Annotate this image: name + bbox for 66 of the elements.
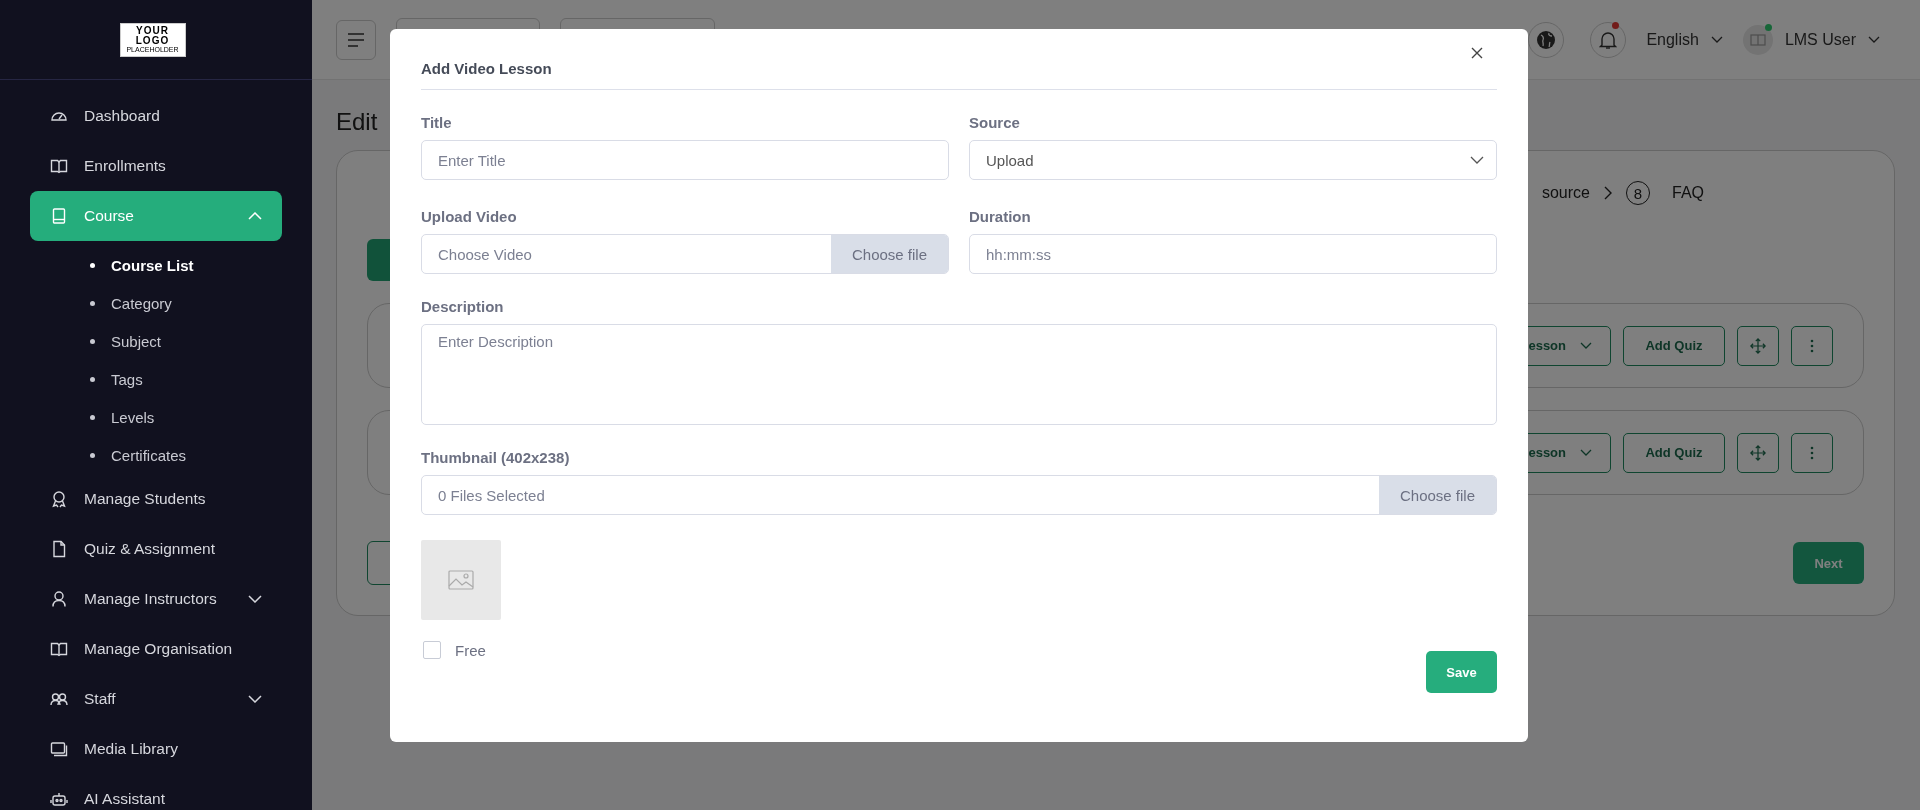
language-dropdown[interactable]: English (1646, 30, 1723, 49)
menu-icon (347, 32, 365, 47)
document-icon (50, 540, 68, 558)
chevron-down-icon (1868, 36, 1880, 43)
description-field[interactable]: Enter Description (421, 324, 1497, 425)
title-field[interactable]: Enter Title (421, 140, 949, 180)
field-label: Description (421, 298, 505, 316)
globe-icon (1536, 29, 1557, 50)
field-label: Duration (969, 208, 1032, 226)
more-button[interactable] (1791, 325, 1833, 366)
move-button[interactable] (1737, 325, 1779, 366)
image-icon (1749, 33, 1766, 46)
nav-subitem[interactable]: Levels (90, 398, 282, 436)
field-label: Title (421, 114, 453, 132)
user-menu[interactable]: LMS User (1784, 30, 1880, 49)
duration-field[interactable]: hh:mm:ss (969, 234, 1497, 274)
nav-subitem[interactable]: Category (90, 284, 282, 322)
checkbox-label: Free (455, 641, 486, 659)
field-label: Source (969, 114, 1021, 132)
move-button[interactable] (1737, 432, 1779, 473)
nav-subitem[interactable]: Course List (90, 246, 282, 284)
source-dropdown[interactable]: Upload (969, 140, 1497, 180)
image-icon (448, 570, 474, 590)
chevron-down-icon (1580, 449, 1592, 456)
robot-icon (50, 790, 68, 808)
chevron-down-icon (1580, 342, 1592, 349)
more-icon (1810, 338, 1814, 353)
nav-item[interactable]: Manage Organisation (30, 624, 282, 674)
page-title: Edit (336, 108, 378, 136)
more-button[interactable] (1791, 432, 1833, 473)
language-button[interactable] (1528, 21, 1565, 58)
chevron-down-icon (1710, 36, 1723, 43)
nav-subitem[interactable]: Subject (90, 322, 282, 360)
book-icon (50, 207, 68, 225)
close-icon (1471, 47, 1483, 59)
menu-button[interactable] (336, 19, 376, 60)
free-checkbox[interactable] (423, 641, 441, 659)
people-icon (50, 690, 68, 708)
nav-item[interactable]: Staff (30, 674, 282, 724)
nav-item[interactable]: Quiz & Assignment (30, 524, 282, 574)
nav-item[interactable]: Media Library (30, 724, 282, 774)
modal-title: Add Video Lesson (421, 59, 552, 77)
notifications-button[interactable] (1590, 21, 1627, 58)
chevron-icon (1604, 186, 1612, 200)
nav-item[interactable]: Enrollments (30, 141, 282, 191)
media-icon (50, 740, 68, 758)
nav-item[interactable]: AI Assistant (30, 774, 282, 810)
book-icon (50, 157, 68, 175)
move-icon (1750, 337, 1766, 354)
nav-subitem[interactable]: Tags (90, 360, 282, 398)
nav-subitem[interactable]: Certificates (90, 436, 282, 474)
field-label: Thumbnail (402x238) (421, 449, 571, 467)
more-icon (1810, 445, 1814, 460)
bell-icon (1599, 29, 1618, 50)
close-button[interactable] (1469, 45, 1485, 61)
person-icon (50, 590, 68, 608)
chevron-down-icon (1470, 156, 1484, 164)
award-icon (50, 490, 68, 508)
nav-item[interactable]: Manage Students (30, 474, 282, 524)
step-label[interactable]: FAQ (1672, 184, 1704, 202)
nav-item[interactable]: Dashboard (30, 91, 282, 141)
avatar[interactable] (1742, 24, 1773, 55)
nav-item[interactable]: Manage Instructors (30, 574, 282, 624)
move-icon (1750, 444, 1766, 461)
field-label: Upload Video (421, 208, 518, 226)
step-label[interactable]: source (1541, 184, 1590, 202)
